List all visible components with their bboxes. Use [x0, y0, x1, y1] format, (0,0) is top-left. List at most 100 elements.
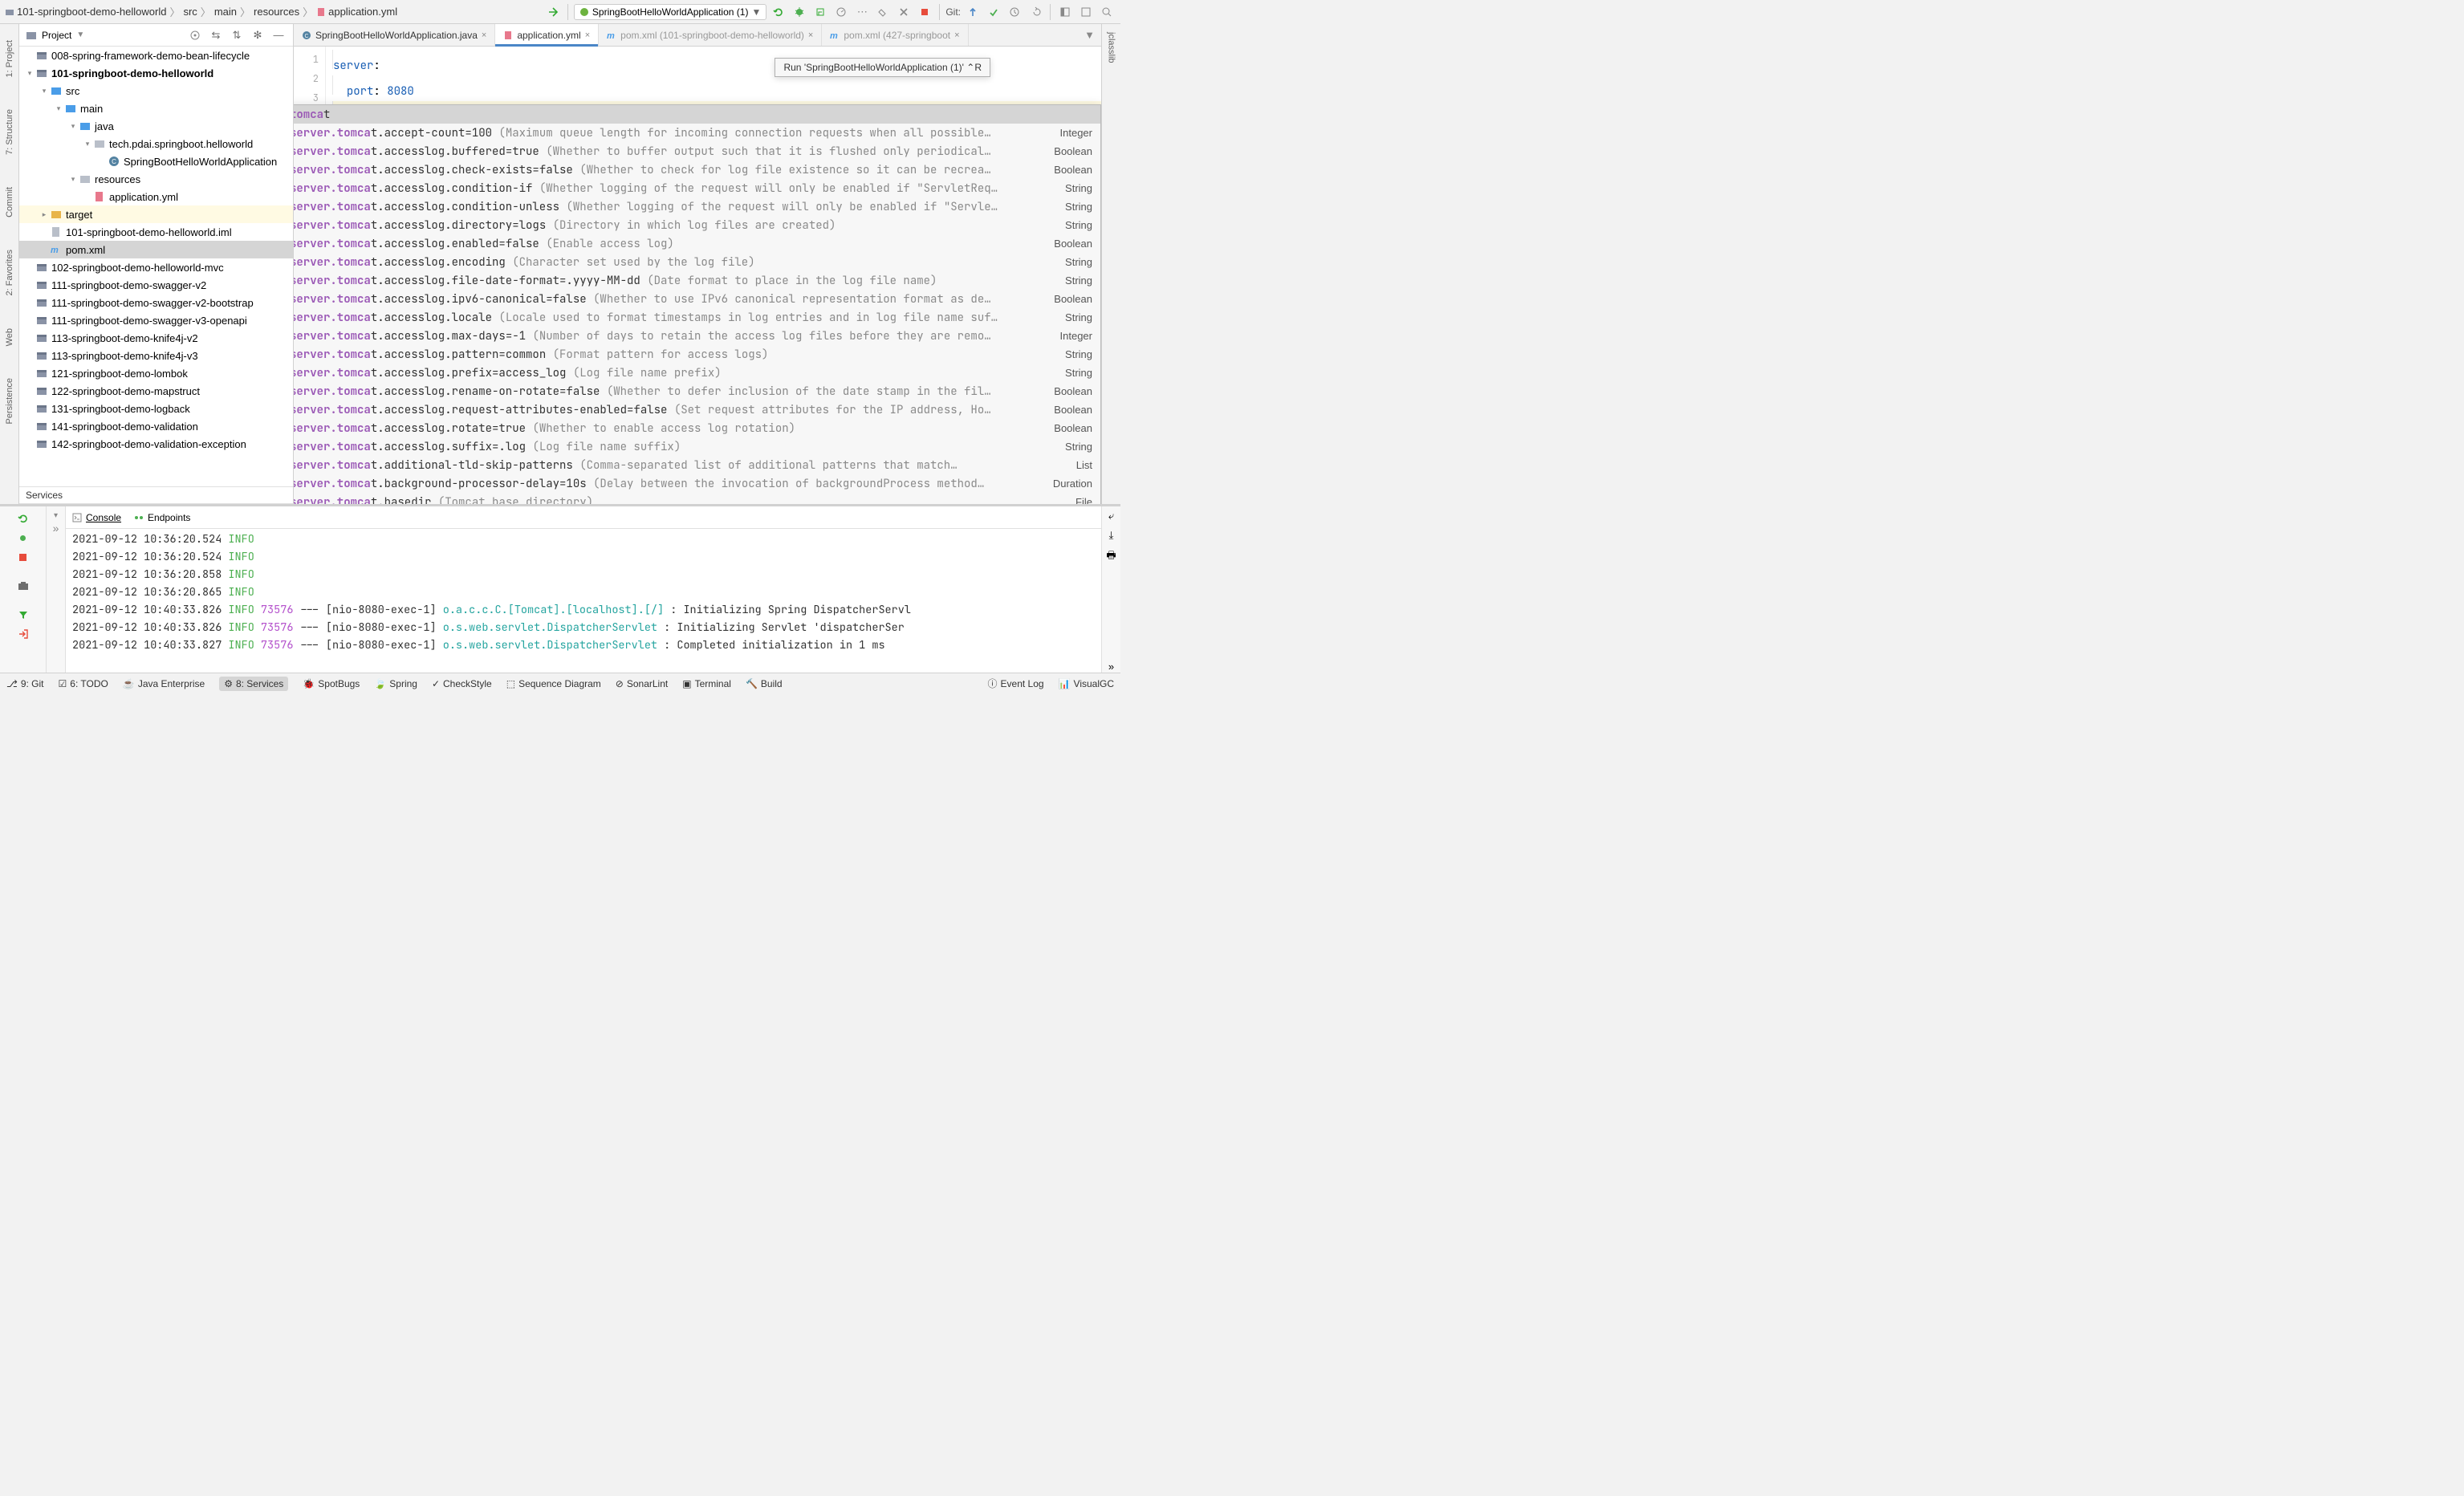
completion-item[interactable]: pserver.tomcat.accesslog.rotate=true (Wh…	[294, 419, 1100, 437]
search-icon[interactable]	[1098, 3, 1116, 21]
tree-row[interactable]: 141-springboot-demo-validation	[19, 417, 293, 435]
tabs-more[interactable]: ▼	[1078, 29, 1101, 41]
gutter-tab[interactable]: Web	[5, 328, 14, 346]
endpoints-tab[interactable]: Endpoints	[134, 512, 190, 523]
tree-row[interactable]: 111-springboot-demo-swagger-v3-openapi	[19, 311, 293, 329]
hide-icon[interactable]: —	[270, 27, 287, 43]
completion-item[interactable]: pserver.tomcat.accesslog.prefix=access_l…	[294, 364, 1100, 382]
tree-row[interactable]: ▾tech.pdai.springboot.helloworld	[19, 135, 293, 152]
jclasslib-tab[interactable]: jclasslib	[1107, 32, 1116, 63]
profile-icon[interactable]	[832, 3, 850, 21]
tree-row[interactable]: ▾resources	[19, 170, 293, 188]
svc-exit-icon[interactable]	[14, 625, 33, 643]
gutter-tab[interactable]: 2: Favorites	[5, 250, 14, 295]
completion-item[interactable]: pserver.tomcat.accesslog.encoding (Chara…	[294, 253, 1100, 271]
gutter-tab[interactable]: 7: Structure	[5, 109, 14, 155]
status-item[interactable]: ☑6: TODO	[59, 678, 108, 689]
rerun-icon[interactable]	[770, 3, 787, 21]
tw2-icon[interactable]	[1077, 3, 1095, 21]
tree-row[interactable]: 111-springboot-demo-swagger-v2	[19, 276, 293, 294]
print-icon[interactable]: 🖶	[1106, 548, 1116, 566]
tree-row[interactable]: 101-springboot-demo-helloworld.iml	[19, 223, 293, 241]
completion-item[interactable]: pserver.tomcat.accept-count=100 (Maximum…	[294, 124, 1100, 142]
tree-row[interactable]: ▸target	[19, 205, 293, 223]
console-output[interactable]: 2021-09-12 10:36:20.524 INFO2021-09-12 1…	[66, 529, 1101, 673]
completion-item[interactable]: pserver.tomcat.basedir (Tomcat base dire…	[294, 493, 1100, 504]
stop-icon[interactable]	[916, 3, 933, 21]
svc-stop-icon[interactable]	[14, 548, 33, 566]
tree-row[interactable]: mpom.xml	[19, 241, 293, 258]
tree-row[interactable]: 111-springboot-demo-swagger-v2-bootstrap	[19, 294, 293, 311]
tree-row[interactable]: application.yml	[19, 188, 293, 205]
tree-row[interactable]: CSpringBootHelloWorldApplication	[19, 152, 293, 170]
stop2-icon[interactable]	[895, 3, 913, 21]
completion-item[interactable]: pserver.tomcat.background-processor-dela…	[294, 474, 1100, 493]
tree-row[interactable]: 113-springboot-demo-knife4j-v2	[19, 329, 293, 347]
tree-row[interactable]: 113-springboot-demo-knife4j-v3	[19, 347, 293, 364]
completion-popup[interactable]: ptomcatpserver.tomcat.accept-count=100 (…	[294, 104, 1101, 504]
completion-item[interactable]: pserver.tomcat.accesslog.check-exists=fa…	[294, 161, 1100, 179]
locate-icon[interactable]	[187, 27, 203, 43]
collapse-icon[interactable]: ⇅	[229, 27, 245, 43]
completion-item[interactable]: pserver.tomcat.accesslog.condition-unles…	[294, 197, 1100, 216]
completion-item[interactable]: pserver.tomcat.additional-tld-skip-patte…	[294, 456, 1100, 474]
completion-item[interactable]: pserver.tomcat.accesslog.condition-if (W…	[294, 179, 1100, 197]
completion-item[interactable]: pserver.tomcat.accesslog.locale (Locale …	[294, 308, 1100, 327]
status-item[interactable]: 🔨Build	[746, 678, 783, 689]
project-tree[interactable]: 008-spring-framework-demo-bean-lifecycle…	[19, 47, 293, 486]
completion-item[interactable]: pserver.tomcat.accesslog.file-date-forma…	[294, 271, 1100, 290]
tree-row[interactable]: 122-springboot-demo-mapstruct	[19, 382, 293, 400]
editor-tab[interactable]: application.yml×	[495, 24, 599, 46]
breadcrumb-item[interactable]: application.yml	[316, 6, 397, 18]
completion-item[interactable]: pserver.tomcat.accesslog.request-attribu…	[294, 400, 1100, 419]
gutter-tab[interactable]: Persistence	[5, 378, 14, 424]
tree-row[interactable]: ▾java	[19, 117, 293, 135]
tree-row[interactable]: 121-springboot-demo-lombok	[19, 364, 293, 382]
coverage-icon[interactable]	[811, 3, 829, 21]
tree-row[interactable]: 142-springboot-demo-validation-exception	[19, 435, 293, 453]
svc-rerun-icon[interactable]	[14, 510, 33, 527]
tree-row[interactable]: ▾101-springboot-demo-helloworld	[19, 64, 293, 82]
attach-icon[interactable]	[874, 3, 892, 21]
svc-camera-icon[interactable]	[14, 577, 33, 595]
tw1-icon[interactable]	[1056, 3, 1074, 21]
editor-tab[interactable]: mpom.xml (101-springboot-demo-helloworld…	[599, 24, 822, 46]
gutter-tab[interactable]: 1: Project	[5, 40, 14, 77]
settings-icon[interactable]: ✻	[250, 27, 266, 43]
update-icon[interactable]	[964, 3, 982, 21]
completion-item[interactable]: pserver.tomcat.accesslog.rename-on-rotat…	[294, 382, 1100, 400]
completion-item[interactable]: pserver.tomcat.accesslog.ipv6-canonical=…	[294, 290, 1100, 308]
editor-body[interactable]: 123 server: port: 8080 tomca ptomcatpser…	[294, 47, 1101, 504]
tree-row[interactable]: 131-springboot-demo-logback	[19, 400, 293, 417]
status-item[interactable]: ⬚Sequence Diagram	[506, 678, 601, 689]
status-item[interactable]: 🐞SpotBugs	[303, 678, 360, 689]
svc-filter-icon[interactable]	[14, 606, 33, 624]
gutter-tab[interactable]: Commit	[5, 187, 14, 217]
completion-item[interactable]: pserver.tomcat.accesslog.max-days=-1 (Nu…	[294, 327, 1100, 345]
completion-item[interactable]: ptomcat	[294, 105, 1100, 124]
tree-row[interactable]: ▾src	[19, 82, 293, 100]
completion-item[interactable]: pserver.tomcat.accesslog.pattern=common …	[294, 345, 1100, 364]
soft-wrap-icon[interactable]: ⤶	[1108, 510, 1114, 522]
commit-icon[interactable]	[985, 3, 1002, 21]
status-item[interactable]: ⓘEvent Log	[988, 677, 1044, 690]
breadcrumb-item[interactable]: resources	[254, 6, 299, 18]
tree-row[interactable]: ▾main	[19, 100, 293, 117]
tree-row[interactable]: 008-spring-framework-demo-bean-lifecycle	[19, 47, 293, 64]
tree-row[interactable]: 102-springboot-demo-helloworld-mvc	[19, 258, 293, 276]
status-item[interactable]: ⚙8: Services	[219, 677, 288, 691]
editor-tab[interactable]: mpom.xml (427-springboot×	[822, 24, 968, 46]
completion-item[interactable]: pserver.tomcat.accesslog.enabled=false (…	[294, 234, 1100, 253]
status-item[interactable]: 🍃Spring	[374, 678, 417, 689]
rollback-icon[interactable]	[1027, 3, 1044, 21]
breadcrumb-item[interactable]: main	[214, 6, 237, 18]
more-run-icon[interactable]: ⋯	[853, 3, 871, 21]
scroll-end-icon[interactable]: ⤓	[1109, 529, 1114, 542]
status-item[interactable]: 📊VisualGC	[1059, 678, 1114, 689]
completion-item[interactable]: pserver.tomcat.accesslog.suffix=.log (Lo…	[294, 437, 1100, 456]
status-item[interactable]: ☕Java Enterprise	[123, 678, 205, 689]
status-item[interactable]: ⎇9: Git	[6, 678, 44, 689]
completion-item[interactable]: pserver.tomcat.accesslog.buffered=true (…	[294, 142, 1100, 161]
svc-debug-icon[interactable]	[14, 529, 33, 547]
breadcrumb-item[interactable]: 101-springboot-demo-helloworld	[5, 6, 166, 18]
